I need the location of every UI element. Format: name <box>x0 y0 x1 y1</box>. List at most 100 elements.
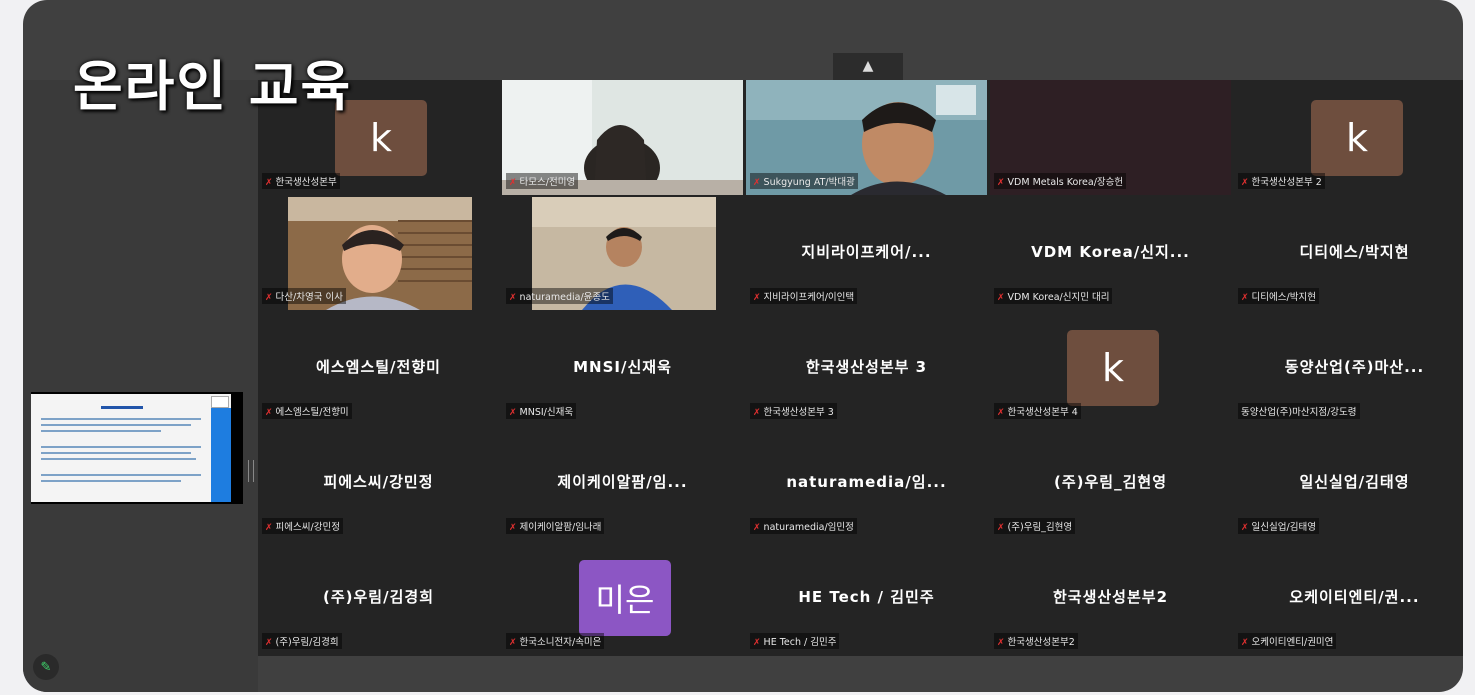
participant-display-name: 에스엠스틸/전향미 <box>316 358 441 376</box>
participant-name: ✗ 다산/차영국 이사 <box>262 288 346 304</box>
participant-name: ✗ 지비라이프케어/이인택 <box>750 288 858 304</box>
participant-name: ✗ naturamedia/임민정 <box>750 518 857 534</box>
participant-display-name: 동양산업(주)마산... <box>1284 358 1425 376</box>
participant-display-name: 피에스씨/강민정 <box>323 473 434 491</box>
participant-name: ✗ 에스엠스틸/전향미 <box>262 403 352 419</box>
participant-name: ✗ 디티에스/박지현 <box>1238 288 1319 304</box>
participant-tile[interactable]: MNSI/신재욱 ✗ MNSI/신재욱 <box>502 310 743 425</box>
mic-muted-icon: ✗ <box>753 523 761 533</box>
participant-tile[interactable]: 동양산업(주)마산... 동양산업(주)마산지점/강도령 <box>1234 310 1463 425</box>
participant-tile[interactable]: ✗ VDM Metals Korea/장승헌 <box>990 80 1231 195</box>
participant-name: ✗ naturamedia/윤종도 <box>506 288 613 304</box>
mic-muted-icon: ✗ <box>509 178 517 188</box>
participant-tile[interactable]: 미은 ✗ 한국소니전자/속미은 <box>502 540 743 655</box>
mic-muted-icon: ✗ <box>265 293 273 303</box>
page-title: 온라인 교육 <box>73 55 353 118</box>
mic-muted-icon: ✗ <box>997 523 1005 533</box>
participant-tile[interactable]: 일신실업/김태영 ✗ 일신실업/김태영 <box>1234 425 1463 540</box>
participant-name: ✗ HE Tech / 김민주 <box>750 633 840 649</box>
participant-display-name: 지비라이프케어/... <box>801 243 932 261</box>
meeting-window: k ✗ 한국생산성본부 ✗ 타모스/전미영 ✗ Sukgyung AT/박대광 … <box>23 0 1463 692</box>
share-side-panel <box>23 80 258 692</box>
mic-muted-icon: ✗ <box>997 638 1005 648</box>
participant-name: ✗ (주)우림_김현영 <box>994 518 1076 534</box>
participant-display-name: 오케이티엔티/권... <box>1289 588 1420 606</box>
participant-name: ✗ 한국생산성본부 2 <box>1238 173 1325 189</box>
participant-name: ✗ Sukgyung AT/박대광 <box>750 173 858 189</box>
participant-display-name: VDM Korea/신지... <box>1031 243 1190 261</box>
mic-muted-icon: ✗ <box>509 638 517 648</box>
participant-tile[interactable]: 지비라이프케어/... ✗ 지비라이프케어/이인택 <box>746 195 987 310</box>
participant-name: ✗ 피에스씨/강민정 <box>262 518 343 534</box>
participant-display-name: 일신실업/김태영 <box>1299 473 1410 491</box>
shared-screen-thumbnail[interactable] <box>31 392 243 504</box>
participant-display-name: 한국생산성본부 3 <box>805 358 928 376</box>
participant-name: ✗ 한국소니전자/속미은 <box>506 633 605 649</box>
participant-tile[interactable]: 오케이티엔티/권... ✗ 오케이티엔티/권미연 <box>1234 540 1463 655</box>
participant-display-name: MNSI/신재욱 <box>573 358 672 376</box>
mic-muted-icon: ✗ <box>1241 638 1249 648</box>
mic-muted-icon: ✗ <box>997 408 1005 418</box>
participant-tile[interactable]: 한국생산성본부 3 ✗ 한국생산성본부 3 <box>746 310 987 425</box>
participant-tile[interactable]: k ✗ 한국생산성본부 4 <box>990 310 1231 425</box>
pencil-icon[interactable]: ✎ <box>33 654 59 680</box>
participant-tile[interactable]: ✗ naturamedia/윤종도 <box>502 195 743 310</box>
participant-display-name: HE Tech / 김민주 <box>798 588 935 606</box>
panel-resize-handle[interactable] <box>248 460 254 482</box>
participant-tile[interactable]: VDM Korea/신지... ✗ VDM Korea/신지민 대리 <box>990 195 1231 310</box>
mic-muted-icon: ✗ <box>997 178 1005 188</box>
shared-document <box>31 394 231 502</box>
participant-name: ✗ 타모스/전미영 <box>506 173 579 189</box>
participant-display-name: 제이케이알팜/임... <box>557 473 688 491</box>
mic-muted-icon: ✗ <box>265 408 273 418</box>
mic-muted-icon: ✗ <box>753 178 761 188</box>
mic-muted-icon: ✗ <box>753 638 761 648</box>
participant-tile[interactable]: 피에스씨/강민정 ✗ 피에스씨/강민정 <box>258 425 499 540</box>
mic-muted-icon: ✗ <box>1241 178 1249 188</box>
participant-name: ✗ 일신실업/김태영 <box>1238 518 1319 534</box>
participant-tile[interactable]: naturamedia/임... ✗ naturamedia/임민정 <box>746 425 987 540</box>
mic-muted-icon: ✗ <box>1241 293 1249 303</box>
mic-muted-icon: ✗ <box>1241 523 1249 533</box>
mic-muted-icon: ✗ <box>509 408 517 418</box>
participant-tile[interactable]: ✗ Sukgyung AT/박대광 <box>746 80 987 195</box>
collapse-chevron-up-icon[interactable]: ▲ <box>833 53 903 80</box>
mic-muted-icon: ✗ <box>265 638 273 648</box>
participant-display-name: (주)우림/김경희 <box>323 588 434 606</box>
participant-tile[interactable]: HE Tech / 김민주 ✗ HE Tech / 김민주 <box>746 540 987 655</box>
participant-tile[interactable]: ✗ 다산/차영국 이사 <box>258 195 499 310</box>
avatar: k <box>1311 100 1403 176</box>
participant-tile[interactable]: 한국생산성본부2 ✗ 한국생산성본부2 <box>990 540 1231 655</box>
participant-display-name: (주)우림_김현영 <box>1053 473 1167 491</box>
participant-tile[interactable]: 에스엠스틸/전향미 ✗ 에스엠스틸/전향미 <box>258 310 499 425</box>
participant-tile[interactable]: (주)우림/김경희 ✗ (주)우림/김경희 <box>258 540 499 655</box>
participant-display-name: 한국생산성본부2 <box>1052 588 1169 606</box>
participant-name: ✗ 제이케이알팜/임나래 <box>506 518 605 534</box>
mic-muted-icon: ✗ <box>509 523 517 533</box>
participant-name: ✗ 한국생산성본부 <box>262 173 340 189</box>
participant-name: ✗ (주)우림/김경희 <box>262 633 342 649</box>
participant-name: 동양산업(주)마산지점/강도령 <box>1238 403 1360 419</box>
participant-name: ✗ 한국생산성본부2 <box>994 633 1078 649</box>
participant-name: ✗ VDM Metals Korea/장승헌 <box>994 173 1127 189</box>
mic-muted-icon: ✗ <box>997 293 1005 303</box>
mic-muted-icon: ✗ <box>265 523 273 533</box>
mic-muted-icon: ✗ <box>753 293 761 303</box>
participant-name: ✗ 오케이티엔티/권미연 <box>1238 633 1337 649</box>
participant-tile[interactable]: k ✗ 한국생산성본부 2 <box>1234 80 1463 195</box>
mic-muted-icon: ✗ <box>265 178 273 188</box>
participant-gallery: k ✗ 한국생산성본부 ✗ 타모스/전미영 ✗ Sukgyung AT/박대광 … <box>258 80 1463 656</box>
participant-display-name: naturamedia/임... <box>786 473 947 491</box>
participant-tile[interactable]: ✗ 타모스/전미영 <box>502 80 743 195</box>
avatar: 미은 <box>579 560 671 636</box>
participant-tile[interactable]: 제이케이알팜/임... ✗ 제이케이알팜/임나래 <box>502 425 743 540</box>
participant-name: ✗ 한국생산성본부 4 <box>994 403 1081 419</box>
mic-muted-icon: ✗ <box>753 408 761 418</box>
participant-tile[interactable]: (주)우림_김현영 ✗ (주)우림_김현영 <box>990 425 1231 540</box>
participant-name: ✗ 한국생산성본부 3 <box>750 403 837 419</box>
participant-tile[interactable]: 디티에스/박지현 ✗ 디티에스/박지현 <box>1234 195 1463 310</box>
mic-muted-icon: ✗ <box>509 293 517 303</box>
avatar: k <box>1067 330 1159 406</box>
participant-name: ✗ MNSI/신재욱 <box>506 403 577 419</box>
participant-display-name: 디티에스/박지현 <box>1299 243 1410 261</box>
